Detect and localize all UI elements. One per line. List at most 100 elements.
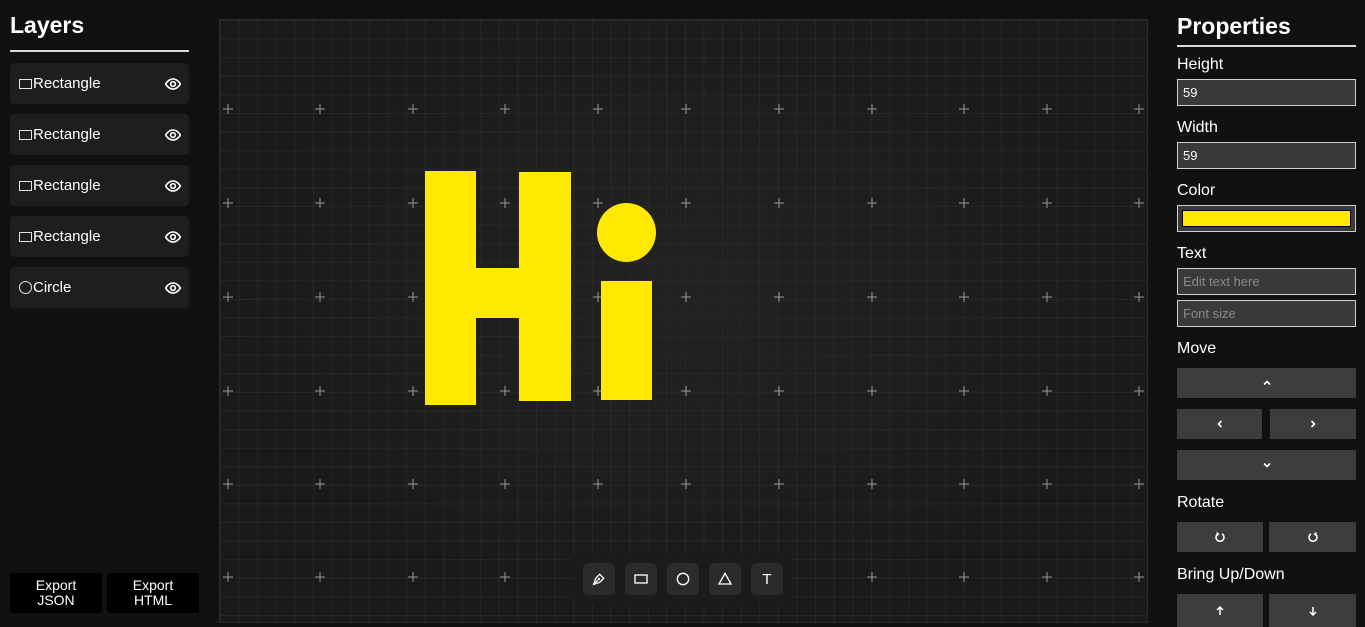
move-left-button[interactable]	[1177, 409, 1262, 439]
eye-icon[interactable]	[165, 229, 181, 245]
export-json-button[interactable]: Export JSON	[10, 573, 102, 613]
rectangle-icon	[19, 78, 32, 89]
grid-marker	[774, 104, 784, 114]
layer-item-rectangle-4[interactable]: Rectangle	[10, 216, 189, 257]
drawing-canvas[interactable]	[219, 19, 1148, 623]
editor-app: Layers Rectangle Rectangle Rectangle Rec…	[0, 0, 1365, 627]
grid-marker	[1134, 386, 1144, 396]
grid-marker	[223, 386, 233, 396]
grid-marker	[223, 292, 233, 302]
layer-item-circle[interactable]: Circle	[10, 267, 189, 308]
grid-marker	[1134, 479, 1144, 489]
grid-marker	[1042, 479, 1052, 489]
circle-shape[interactable]	[597, 203, 656, 262]
grid-marker	[774, 479, 784, 489]
grid-marker	[959, 292, 969, 302]
rectangle-shape[interactable]	[470, 268, 525, 318]
grid-marker	[1134, 572, 1144, 582]
eye-icon[interactable]	[165, 280, 181, 296]
width-label: Width	[1177, 119, 1218, 136]
width-input[interactable]	[1177, 142, 1356, 169]
text-label: Text	[1177, 245, 1207, 262]
properties-title: Properties	[1177, 13, 1291, 39]
rectangle-shape[interactable]	[425, 171, 476, 405]
rectangle-icon	[19, 129, 32, 140]
layer-label: Rectangle	[33, 228, 101, 245]
layer-label: Rectangle	[33, 177, 101, 194]
layer-item-rectangle-3[interactable]: Rectangle	[10, 165, 189, 206]
grid-marker	[959, 104, 969, 114]
grid-marker	[223, 479, 233, 489]
grid-marker	[774, 292, 784, 302]
text-input[interactable]	[1177, 268, 1356, 295]
grid-marker	[315, 572, 325, 582]
export-json-label-line2: JSON	[37, 592, 75, 608]
grid-marker	[408, 386, 418, 396]
eye-icon[interactable]	[165, 127, 181, 143]
layers-divider	[10, 50, 189, 52]
rectangle-shape[interactable]	[601, 281, 652, 400]
layer-item-rectangle-2[interactable]: Rectangle	[10, 114, 189, 155]
bring-up-button[interactable]	[1177, 594, 1263, 627]
export-html-button[interactable]: Export HTML	[107, 573, 199, 613]
grid-marker	[774, 386, 784, 396]
grid-marker	[223, 198, 233, 208]
export-html-label-line2: HTML	[133, 592, 173, 608]
bring-down-button[interactable]	[1269, 594, 1356, 627]
font-size-input[interactable]	[1177, 300, 1356, 327]
move-right-button[interactable]	[1270, 409, 1356, 439]
rectangle-shape[interactable]	[519, 172, 571, 401]
chevron-down-icon	[1262, 462, 1271, 468]
properties-panel: Properties Height Width Color Text Move …	[1165, 0, 1365, 627]
rectangle-tool-icon	[634, 574, 648, 584]
canvas-grid-markers	[223, 104, 1144, 582]
eye-icon[interactable]	[165, 178, 181, 194]
layer-label: Rectangle	[33, 75, 101, 92]
grid-marker	[315, 479, 325, 489]
grid-marker	[408, 104, 418, 114]
arrow-down-icon	[1308, 606, 1317, 616]
text-tool-button[interactable]: T	[751, 563, 783, 595]
text-tool-icon: T	[762, 570, 772, 588]
height-input[interactable]	[1177, 79, 1356, 106]
grid-marker	[500, 479, 510, 489]
pen-tool-button[interactable]	[583, 563, 615, 595]
rectangle-tool-button[interactable]	[625, 563, 657, 595]
rotate-right-button[interactable]	[1269, 522, 1356, 552]
grid-marker	[500, 104, 510, 114]
chevron-left-icon	[1216, 420, 1222, 428]
move-label: Move	[1177, 340, 1217, 357]
grid-marker	[1042, 292, 1052, 302]
rotate-left-button[interactable]	[1177, 522, 1263, 552]
grid-marker	[681, 386, 691, 396]
grid-marker	[593, 104, 603, 114]
move-down-button[interactable]	[1177, 450, 1356, 480]
shape-toolbar: T	[573, 553, 792, 604]
grid-marker	[681, 479, 691, 489]
export-json-label-line1: Export	[35, 577, 77, 593]
grid-marker	[867, 386, 877, 396]
grid-marker	[774, 198, 784, 208]
eye-icon[interactable]	[165, 76, 181, 92]
grid-marker	[681, 292, 691, 302]
rotate-label: Rotate	[1177, 494, 1225, 511]
grid-marker	[1042, 198, 1052, 208]
layer-order-label: Bring Up/Down	[1177, 566, 1285, 583]
grid-marker	[959, 198, 969, 208]
triangle-tool-button[interactable]	[709, 563, 741, 595]
export-html-label-line1: Export	[132, 577, 174, 593]
color-picker[interactable]	[1177, 205, 1356, 232]
chevron-up-icon	[1262, 380, 1271, 386]
grid-marker	[315, 292, 325, 302]
circle-tool-icon	[676, 572, 690, 586]
layers-title: Layers	[10, 12, 85, 38]
layer-item-rectangle-1[interactable]: Rectangle	[10, 63, 189, 104]
rotate-left-icon	[1215, 531, 1225, 542]
triangle-tool-icon	[717, 571, 733, 585]
rotate-right-icon	[1307, 531, 1318, 542]
grid-marker	[681, 198, 691, 208]
move-up-button[interactable]	[1177, 368, 1356, 398]
grid-marker	[1042, 386, 1052, 396]
grid-marker	[1134, 198, 1144, 208]
circle-tool-button[interactable]	[667, 563, 699, 595]
